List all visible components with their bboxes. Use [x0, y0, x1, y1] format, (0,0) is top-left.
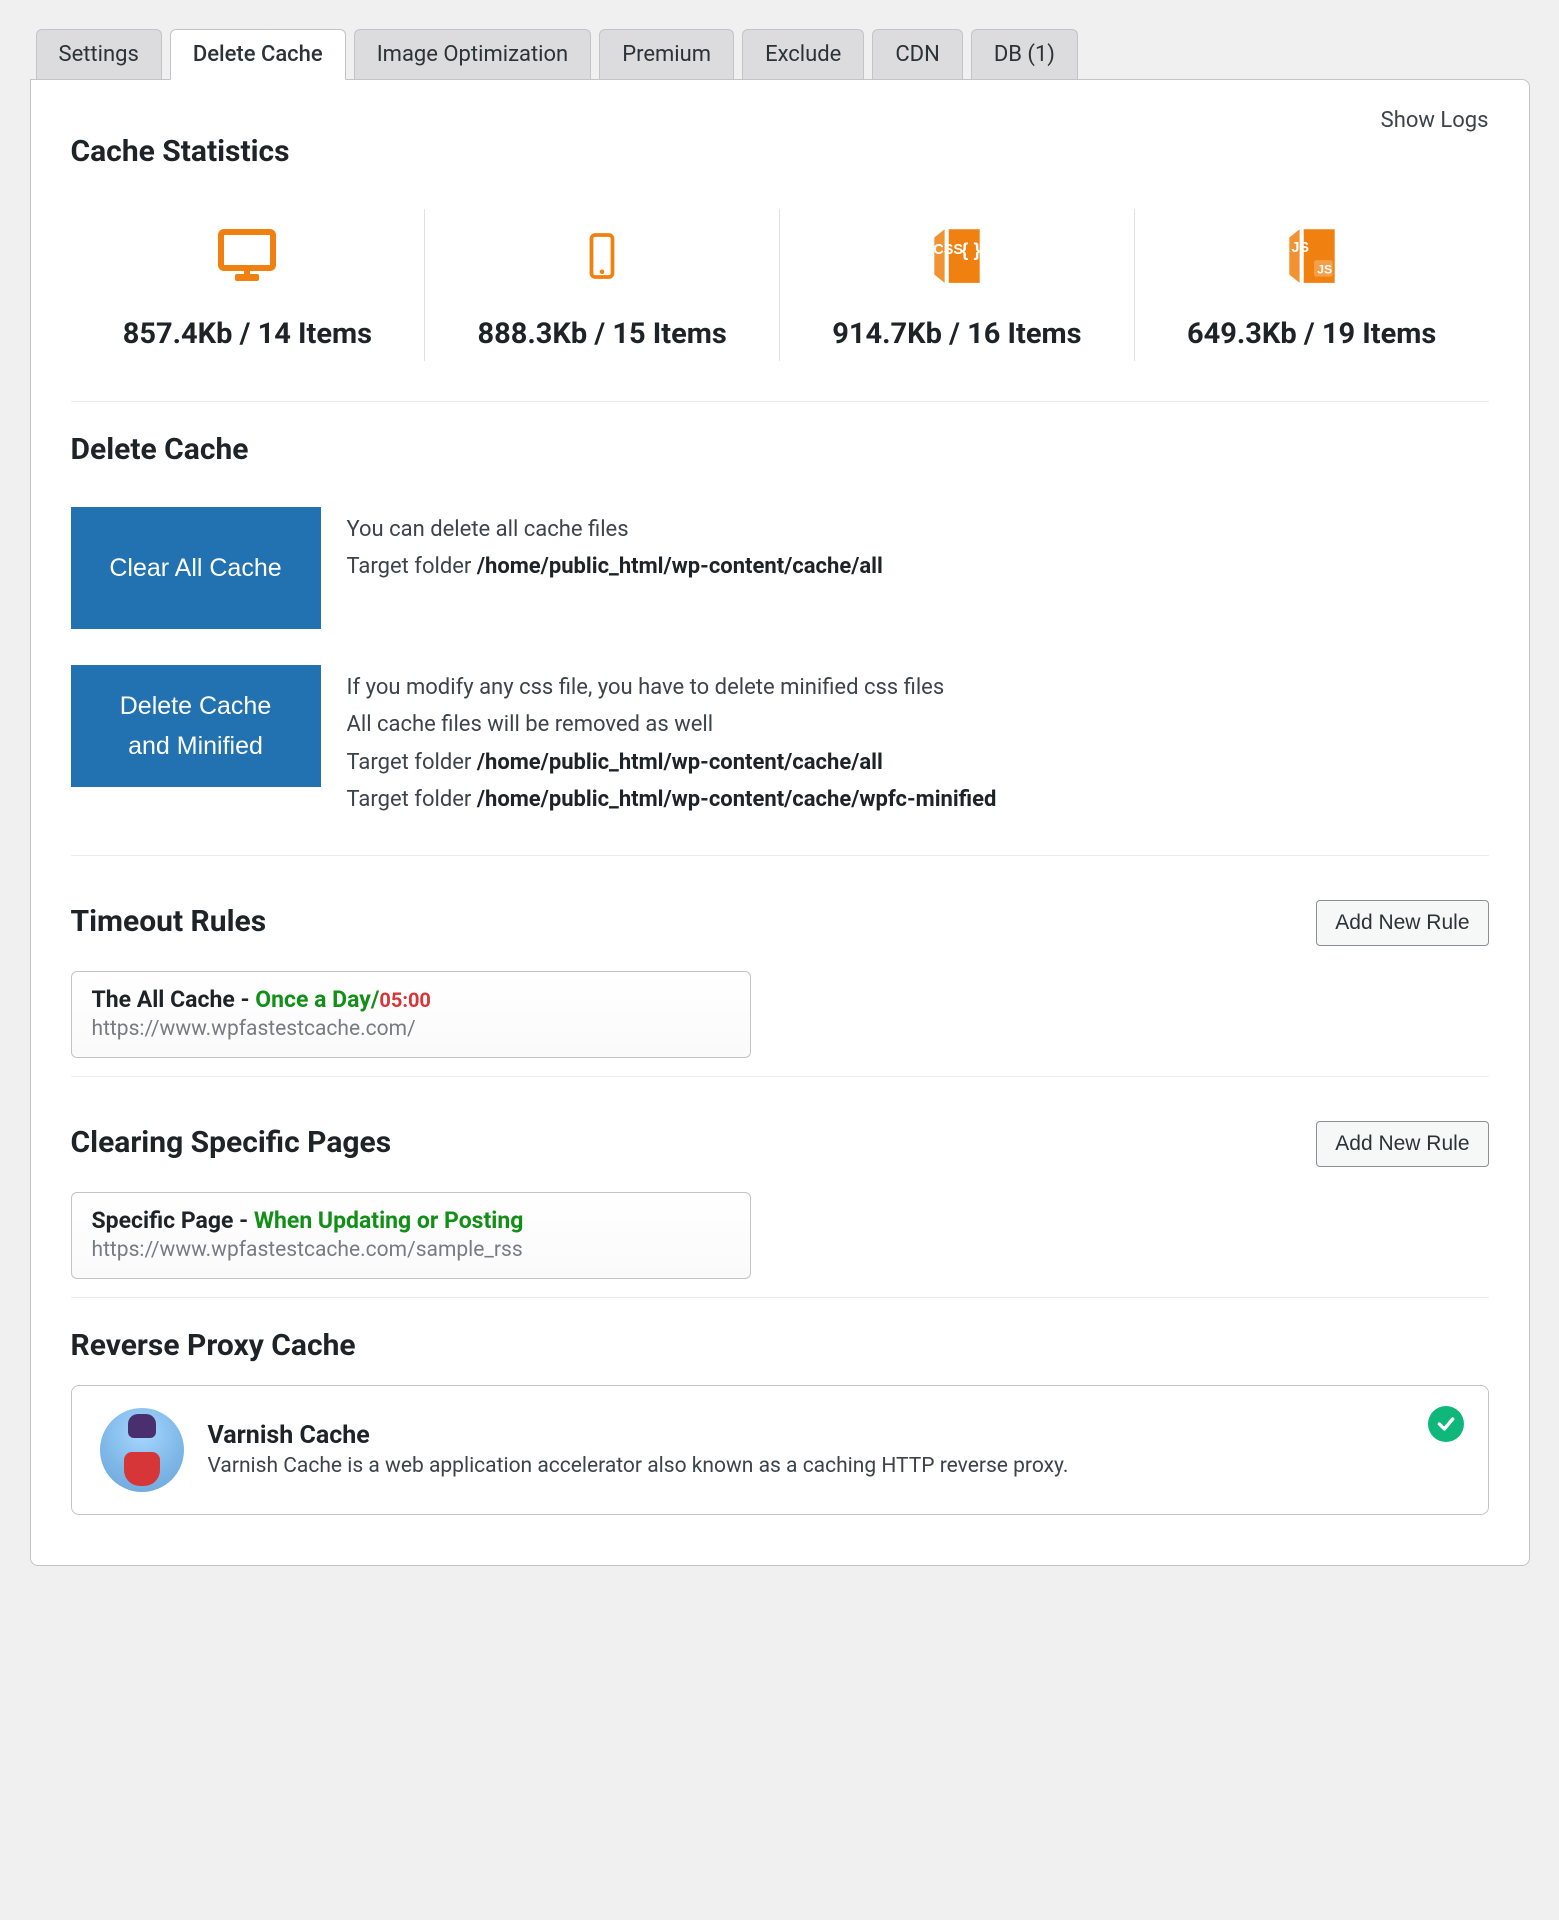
divider	[71, 855, 1489, 856]
divider	[71, 1076, 1489, 1077]
desc-line: All cache files will be removed as well	[347, 706, 997, 743]
add-clearing-rule-button[interactable]: Add New Rule	[1316, 1121, 1488, 1167]
clearing-rule-url: https://www.wpfastestcache.com/sample_rs…	[92, 1238, 730, 1262]
desc-line: If you modify any css file, you have to …	[347, 669, 997, 706]
stat-css-value: 914.7Kb / 16 Items	[788, 317, 1126, 351]
clear-all-cache-row: Clear All Cache You can delete all cache…	[71, 507, 1489, 629]
tab-delete-cache[interactable]: Delete Cache	[170, 29, 346, 80]
target-path: /home/public_html/wp-content/cache/all	[477, 750, 883, 775]
stat-desktop: 857.4Kb / 14 Items	[71, 209, 426, 361]
varnish-name: Varnish Cache	[208, 1421, 1069, 1450]
css-icon	[788, 219, 1126, 293]
divider	[71, 1297, 1489, 1298]
js-icon	[1143, 219, 1481, 293]
heading-reverse-proxy-cache: Reverse Proxy Cache	[71, 1328, 1489, 1363]
delete-minified-description: If you modify any css file, you have to …	[347, 665, 997, 819]
heading-delete-cache: Delete Cache	[71, 432, 1489, 467]
varnish-avatar-icon	[100, 1408, 184, 1492]
tab-image-optimization[interactable]: Image Optimization	[354, 29, 592, 80]
timeout-rule-title: The All Cache - Once a Day/05:00	[92, 986, 730, 1013]
clear-all-cache-description: You can delete all cache files Target fo…	[347, 507, 883, 586]
varnish-description: Varnish Cache is a web application accel…	[208, 1454, 1069, 1478]
tab-premium[interactable]: Premium	[599, 29, 734, 80]
target-path: /home/public_html/wp-content/cache/wpfc-…	[477, 787, 997, 812]
cache-stats-row: 857.4Kb / 14 Items 888.3Kb / 15 Items 91…	[71, 209, 1489, 361]
divider	[71, 401, 1489, 402]
tab-settings[interactable]: Settings	[36, 29, 162, 80]
varnish-cache-card[interactable]: Varnish Cache Varnish Cache is a web app…	[71, 1385, 1489, 1515]
show-logs-link[interactable]: Show Logs	[1381, 108, 1489, 133]
desc-line: Target folder /home/public_html/wp-conte…	[347, 744, 997, 781]
add-timeout-rule-button[interactable]: Add New Rule	[1316, 900, 1488, 946]
tab-exclude[interactable]: Exclude	[742, 29, 864, 80]
timeout-rule-url: https://www.wpfastestcache.com/	[92, 1017, 730, 1041]
mobile-icon	[433, 219, 771, 293]
stat-mobile-value: 888.3Kb / 15 Items	[433, 317, 771, 351]
stat-js: 649.3Kb / 19 Items	[1135, 209, 1489, 361]
stat-mobile: 888.3Kb / 15 Items	[425, 209, 780, 361]
tab-cdn[interactable]: CDN	[872, 29, 962, 80]
heading-cache-statistics: Cache Statistics	[71, 134, 1489, 169]
heading-timeout-rules: Timeout Rules	[71, 904, 267, 939]
panel-delete-cache: Show Logs Cache Statistics 857.4Kb / 14 …	[30, 79, 1530, 1566]
enabled-check-icon	[1428, 1406, 1464, 1442]
heading-clearing-specific-pages: Clearing Specific Pages	[71, 1125, 392, 1160]
clear-all-cache-button[interactable]: Clear All Cache	[71, 507, 321, 629]
clearing-rule-title: Specific Page - When Updating or Posting	[92, 1207, 730, 1234]
desktop-icon	[79, 219, 417, 293]
clearing-rule-card[interactable]: Specific Page - When Updating or Posting…	[71, 1192, 751, 1279]
delete-cache-and-minified-button[interactable]: Delete Cache and Minified	[71, 665, 321, 787]
tabs-bar: Settings Delete Cache Image Optimization…	[30, 28, 1530, 79]
target-path: /home/public_html/wp-content/cache/all	[477, 554, 883, 579]
delete-minified-row: Delete Cache and Minified If you modify …	[71, 665, 1489, 819]
desc-line: You can delete all cache files	[347, 511, 883, 548]
stat-js-value: 649.3Kb / 19 Items	[1143, 317, 1481, 351]
desc-line: Target folder /home/public_html/wp-conte…	[347, 781, 997, 818]
stat-desktop-value: 857.4Kb / 14 Items	[79, 317, 417, 351]
timeout-rule-card[interactable]: The All Cache - Once a Day/05:00 https:/…	[71, 971, 751, 1058]
tab-db[interactable]: DB (1)	[971, 29, 1078, 80]
stat-css: 914.7Kb / 16 Items	[780, 209, 1135, 361]
desc-line: Target folder /home/public_html/wp-conte…	[347, 548, 883, 585]
